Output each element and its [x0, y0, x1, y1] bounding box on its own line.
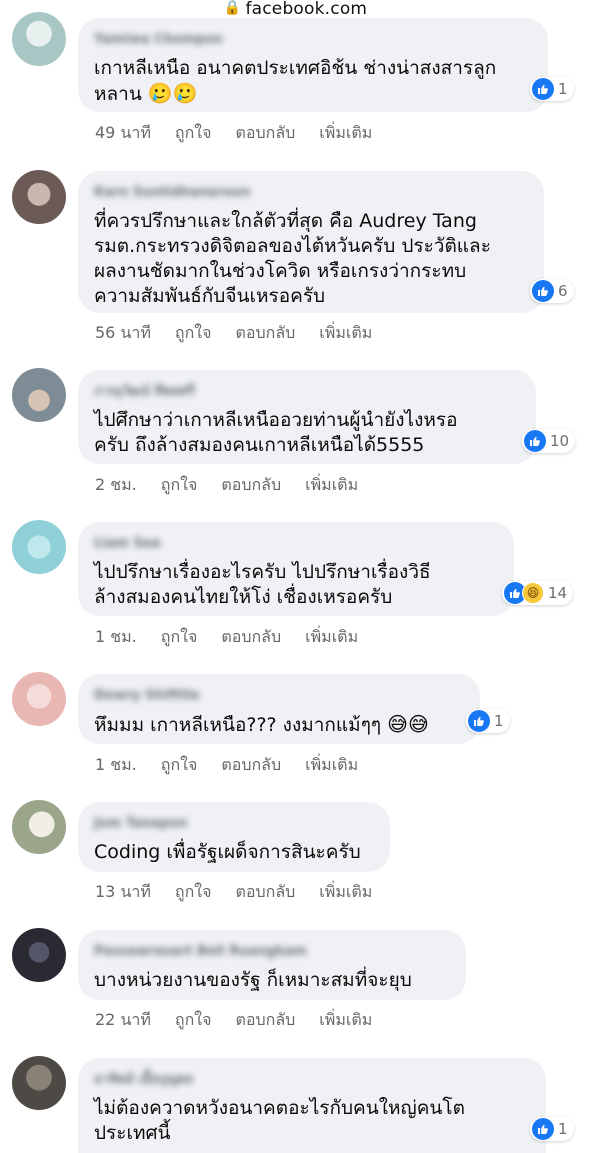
comment-text: บางหน่วยงานของรัฐ ก็เหมาะสมที่จะยุบ — [94, 969, 412, 991]
comment-author[interactable]: Dowry Shifttle — [94, 688, 200, 704]
more-button[interactable]: เพิ่มเติม — [319, 1008, 372, 1033]
like-reaction-icon — [468, 710, 490, 732]
comment-actions: 22 นาที ถูกใจ ตอบกลับ เพิ่มเติม — [95, 1008, 372, 1033]
comment-author[interactable]: ภาณุวัฒน์ ทีพลศรี — [94, 384, 195, 400]
haha-reaction-icon: 😆 — [522, 582, 544, 604]
avatar[interactable] — [12, 928, 66, 982]
reaction-summary[interactable]: 10 — [522, 429, 576, 453]
like-reaction-icon — [532, 78, 554, 100]
reaction-count: 10 — [550, 432, 570, 450]
like-button[interactable]: ถูกใจ — [175, 1008, 212, 1033]
reply-button[interactable]: ตอบกลับ — [221, 625, 281, 650]
lock-icon: 🔒 — [223, 0, 242, 16]
comment-bubble: Jom Tanapon Coding เพื่อรัฐเผด็จการสินะค… — [78, 802, 390, 872]
reaction-summary[interactable]: 😆 14 — [502, 581, 574, 605]
avatar[interactable] — [12, 520, 66, 574]
comment-author[interactable]: Karn Suntidhanaroon — [94, 185, 250, 201]
comment-text: เกาหลีเหนือ อนาคตประเทศอิช้น ช่างน่าสงสา… — [94, 57, 497, 105]
comment-bubble: Yamiwa Chompoo เกาหลีเหนือ อนาคตประเทศอิ… — [78, 18, 548, 112]
reply-button[interactable]: ตอบกลับ — [221, 753, 281, 778]
reaction-summary[interactable]: 1 — [530, 77, 574, 101]
avatar[interactable] — [12, 12, 66, 66]
comment-actions: 1 ชม. ถูกใจ ตอบกลับ เพิ่มเติม — [95, 625, 358, 650]
comment-bubble: Karn Suntidhanaroon ที่ควรปรึกษาและใกล้ต… — [78, 171, 544, 313]
comment-time[interactable]: 2 ชม. — [95, 473, 137, 498]
comment-emoji: 😅😅 — [387, 712, 429, 736]
comment-time[interactable]: 1 ชม. — [95, 625, 137, 650]
like-button[interactable]: ถูกใจ — [175, 321, 212, 346]
reaction-summary[interactable]: 6 — [530, 279, 574, 303]
comment-actions: 2 ชม. ถูกใจ ตอบกลับ เพิ่มเติม — [95, 473, 358, 498]
avatar[interactable] — [12, 170, 66, 224]
reply-button[interactable]: ตอบกลับ — [235, 880, 295, 905]
comment-bubble: Liam Sea ไปปรึกษาเรื่องอะไรครับ ไปปรึกษา… — [78, 522, 514, 616]
reaction-count: 6 — [558, 282, 568, 300]
comment-actions: 1 ชม. ถูกใจ ตอบกลับ เพิ่มเติม — [95, 753, 358, 778]
comment-author[interactable]: Passawrasart Bell Ruangkam — [94, 944, 307, 960]
reaction-summary[interactable]: 1 — [466, 709, 510, 733]
like-button[interactable]: ถูกใจ — [175, 880, 212, 905]
comment-time[interactable]: 49 นาที — [95, 121, 151, 146]
comment-actions: 49 นาที ถูกใจ ตอบกลับ เพิ่มเติม — [95, 121, 372, 146]
comment-bubble: ภาณุวัฒน์ ทีพลศรี ไปศึกษาว่าเกาหลีเหนืออ… — [78, 370, 536, 464]
like-reaction-icon — [532, 280, 554, 302]
comment-text: ไม่ต้องควาดหวังอนาคตอะไรกับคนใหญ่คนโต ปร… — [94, 1097, 465, 1144]
like-button[interactable]: ถูกใจ — [161, 753, 198, 778]
reply-button[interactable]: ตอบกลับ — [235, 1008, 295, 1033]
reply-button[interactable]: ตอบกลับ — [235, 321, 295, 346]
reply-button[interactable]: ตอบกลับ — [221, 473, 281, 498]
avatar[interactable] — [12, 800, 66, 854]
comment-text: ที่ควรปรึกษาและใกล้ตัวที่สุด คือ Audrey … — [94, 210, 491, 307]
url-text: facebook.com — [245, 0, 368, 19]
comment-author[interactable]: Jom Tanapon — [94, 816, 187, 832]
comment-bubble: อาทิตย์ เอื้อบุญผล ไม่ต้องควาดหวังอนาคตอ… — [78, 1058, 546, 1153]
more-button[interactable]: เพิ่มเติม — [305, 753, 358, 778]
like-reaction-icon — [524, 430, 546, 452]
like-button[interactable]: ถูกใจ — [161, 625, 198, 650]
more-button[interactable]: เพิ่มเติม — [305, 473, 358, 498]
reaction-count: 1 — [558, 80, 568, 98]
reaction-count: 1 — [558, 1120, 568, 1138]
comment-actions: 13 นาที ถูกใจ ตอบกลับ เพิ่มเติม — [95, 880, 372, 905]
more-button[interactable]: เพิ่มเติม — [305, 625, 358, 650]
comment-time[interactable]: 1 ชม. — [95, 753, 137, 778]
avatar[interactable] — [12, 1056, 66, 1110]
browser-url-bar[interactable]: 🔒 facebook.com — [0, 0, 591, 19]
comment-bubble: Passawrasart Bell Ruangkam บางหน่วยงานขอ… — [78, 930, 466, 1000]
more-button[interactable]: เพิ่มเติม — [319, 121, 372, 146]
comment-text: Coding เพื่อรัฐเผด็จการสินะครับ — [94, 841, 361, 863]
comment-text: ไปศึกษาว่าเกาหลีเหนืออวยท่านผู้นำยังไงหร… — [94, 409, 458, 456]
comment-actions: 56 นาที ถูกใจ ตอบกลับ เพิ่มเติม — [95, 321, 372, 346]
comment-text: ไปปรึกษาเรื่องอะไรครับ ไปปรึกษาเรื่องวิธ… — [94, 561, 431, 608]
comment-emoji: 🥲🥲 — [147, 81, 198, 105]
avatar[interactable] — [12, 672, 66, 726]
comment-text: หึมมม เกาหลีเหนือ??? งงมากแม้ๆๆ 😅😅 — [94, 712, 429, 736]
reaction-count: 1 — [494, 712, 504, 730]
more-button[interactable]: เพิ่มเติม — [319, 321, 372, 346]
comment-time[interactable]: 56 นาที — [95, 321, 151, 346]
comment-bubble: Dowry Shifttle หึมมม เกาหลีเหนือ??? งงมา… — [78, 674, 480, 744]
more-button[interactable]: เพิ่มเติม — [319, 880, 372, 905]
like-button[interactable]: ถูกใจ — [175, 121, 212, 146]
comment-author[interactable]: Liam Sea — [94, 536, 161, 552]
comment-time[interactable]: 13 นาที — [95, 880, 151, 905]
reply-button[interactable]: ตอบกลับ — [235, 121, 295, 146]
comment-author[interactable]: อาทิตย์ เอื้อบุญผล — [94, 1072, 193, 1088]
reaction-summary[interactable]: 1 — [530, 1117, 574, 1141]
like-reaction-icon — [532, 1118, 554, 1140]
like-button[interactable]: ถูกใจ — [161, 473, 198, 498]
comment-author[interactable]: Yamiwa Chompoo — [94, 32, 223, 48]
reaction-count: 14 — [548, 584, 568, 602]
avatar[interactable] — [12, 368, 66, 422]
comment-time[interactable]: 22 นาที — [95, 1008, 151, 1033]
